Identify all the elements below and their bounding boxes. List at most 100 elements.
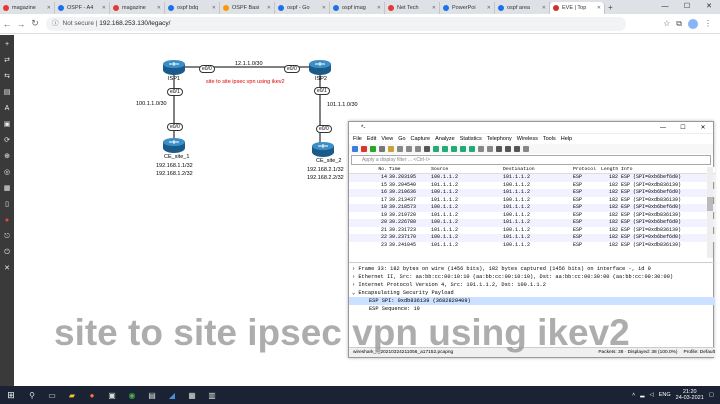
find-icon[interactable] xyxy=(424,146,430,152)
browser-tab[interactable]: Net Tech ✕ xyxy=(385,2,440,14)
avatar[interactable] xyxy=(688,18,698,29)
column-header[interactable]: Source xyxy=(431,167,503,173)
browser-tab[interactable]: ospf imag ✕ xyxy=(330,2,385,14)
tab-close-icon[interactable]: ✕ xyxy=(542,5,546,11)
app-icon[interactable]: ▦ xyxy=(182,391,202,400)
extension-icon[interactable]: ⧉ xyxy=(676,19,682,29)
menu-item[interactable]: Capture xyxy=(411,134,431,144)
shark-fin-icon[interactable] xyxy=(352,146,358,152)
volume-icon[interactable]: ◁ xyxy=(650,392,654,398)
go-to-packet-icon[interactable] xyxy=(451,146,457,152)
table-row[interactable]: 21 39.231723 101.1.1.2 100.1.1.2 ESP 182 ESP (… xyxy=(349,227,715,235)
logout-icon[interactable]: ⎋ xyxy=(0,230,14,243)
new-tab-button[interactable]: + xyxy=(608,2,613,14)
lock-icon[interactable]: ▯ xyxy=(0,198,14,211)
text-icon[interactable]: A xyxy=(0,102,14,115)
search-icon[interactable]: ⚲ xyxy=(22,391,42,400)
menu-item[interactable]: Wireless xyxy=(517,134,538,144)
forward-icon[interactable]: → xyxy=(14,19,28,29)
app-icon[interactable]: ▥ xyxy=(202,391,222,400)
detail-line[interactable]: › Internet Protocol Version 4, Src: 101.… xyxy=(349,281,715,289)
browser-tab[interactable]: PowerPoi ✕ xyxy=(440,2,495,14)
column-header[interactable]: Protocol xyxy=(573,167,601,173)
detail-subline[interactable]: ESP SPI: 0xdb836139 (3682820409) xyxy=(349,297,715,305)
lab-details-icon[interactable]: ▦ xyxy=(0,182,14,195)
zoom-icon[interactable]: ⊕ xyxy=(0,150,14,163)
table-row[interactable]: 19 39.219720 101.1.1.2 100.1.1.2 ESP 182 ESP (… xyxy=(349,212,715,220)
minimize-icon[interactable]: — xyxy=(653,122,673,133)
table-row[interactable]: 14 39.203195 100.1.1.2 101.1.1.2 ESP 182 ESP (… xyxy=(349,174,715,182)
tab-close-icon[interactable]: ✕ xyxy=(47,5,51,11)
url-input[interactable]: ⓘ Not secure | 192.168.253.130/legacy/ xyxy=(46,16,626,31)
tray-up-icon[interactable]: ˄ xyxy=(632,392,635,398)
column-header[interactable]: No. xyxy=(349,167,389,173)
task-view-icon[interactable]: ▭ xyxy=(42,391,62,400)
table-row[interactable]: 18 39.218573 100.1.1.2 101.1.1.2 ESP 182 ESP (… xyxy=(349,204,715,212)
browser-tab[interactable]: ospf area ✕ xyxy=(495,2,550,14)
star-icon[interactable]: ☆ xyxy=(663,19,670,28)
open-file-icon[interactable] xyxy=(388,146,394,152)
clock[interactable]: 21:20 24-03-2021 xyxy=(676,389,704,401)
stop-icon[interactable]: ● xyxy=(0,214,14,227)
browser-tab[interactable]: OSPF Basi ✕ xyxy=(220,2,275,14)
tab-close-icon[interactable]: ✕ xyxy=(322,5,326,11)
reload-icon[interactable] xyxy=(415,146,421,152)
scrollbar-thumb[interactable] xyxy=(707,197,713,211)
go-forward-icon[interactable] xyxy=(442,146,448,152)
first-packet-icon[interactable] xyxy=(460,146,466,152)
power-icon[interactable]: ⏻ xyxy=(0,246,14,259)
tab-close-icon[interactable]: ✕ xyxy=(102,5,106,11)
add-object-icon[interactable]: + xyxy=(0,38,14,51)
router-icon[interactable] xyxy=(162,59,186,75)
zoom-out-icon[interactable] xyxy=(505,146,511,152)
browser-tab[interactable]: ospf bdq ✕ xyxy=(165,2,220,14)
close-icon[interactable]: ✕ xyxy=(693,122,713,133)
pictures-icon[interactable]: ▣ xyxy=(0,118,14,131)
tab-close-icon[interactable]: ✕ xyxy=(157,5,161,11)
chrome-icon[interactable]: ◉ xyxy=(122,391,142,400)
network-icon[interactable]: ▂ xyxy=(640,392,644,398)
close-lab-icon[interactable]: ✕ xyxy=(0,262,14,275)
tab-close-icon[interactable]: ✕ xyxy=(377,5,381,11)
windows-start-icon[interactable]: ⊞ xyxy=(0,390,22,401)
menu-icon[interactable]: ⋮ xyxy=(704,19,712,28)
router-icon[interactable] xyxy=(311,141,335,157)
detail-line[interactable]: › Frame 33: 182 bytes on wire (1456 bits… xyxy=(349,265,715,273)
detail-line[interactable]: ⌄ Encapsulating Security Payload xyxy=(349,289,715,297)
networks-icon[interactable]: ⇆ xyxy=(0,70,14,83)
tab-close-icon[interactable]: ✕ xyxy=(487,5,491,11)
menu-item[interactable]: Go xyxy=(398,134,405,144)
browser-tab[interactable]: magazine ✕ xyxy=(0,2,55,14)
firefox-icon[interactable]: ● xyxy=(82,391,102,400)
status-icon[interactable]: ◎ xyxy=(0,166,14,179)
tab-close-icon[interactable]: ✕ xyxy=(267,5,271,11)
table-row[interactable]: 17 39.213437 101.1.1.2 100.1.1.2 ESP 182 ESP (… xyxy=(349,197,715,205)
startup-config-icon[interactable]: ▤ xyxy=(0,86,14,99)
go-back-icon[interactable] xyxy=(433,146,439,152)
menu-item[interactable]: File xyxy=(353,134,362,144)
column-header[interactable]: Length xyxy=(601,167,618,173)
browser-tab[interactable]: OSPF - A4 ✕ xyxy=(55,2,110,14)
menu-item[interactable]: Edit xyxy=(367,134,376,144)
last-packet-icon[interactable] xyxy=(469,146,475,152)
stop-capture-icon[interactable] xyxy=(361,146,367,152)
refresh-icon[interactable]: ⟳ xyxy=(0,134,14,147)
table-row[interactable]: 15 39.204540 101.1.1.2 100.1.1.2 ESP 182 ESP (… xyxy=(349,182,715,190)
minimize-icon[interactable]: — xyxy=(654,0,676,14)
options-icon[interactable] xyxy=(379,146,385,152)
packet-list-scrollbar[interactable] xyxy=(707,167,713,258)
save-icon[interactable] xyxy=(397,146,403,152)
menu-item[interactable]: Statistics xyxy=(460,134,482,144)
menu-item[interactable]: Help xyxy=(561,134,572,144)
tab-close-icon[interactable]: ✕ xyxy=(212,5,216,11)
zoom-reset-icon[interactable] xyxy=(514,146,520,152)
menu-item[interactable]: View xyxy=(381,134,393,144)
column-header[interactable]: Destination xyxy=(503,167,573,173)
tab-close-icon[interactable]: ✕ xyxy=(432,5,436,11)
maximize-icon[interactable]: ☐ xyxy=(673,122,693,133)
display-filter-input[interactable]: Apply a display filter ... <Ctrl-/> xyxy=(351,155,711,165)
router-icon[interactable] xyxy=(162,137,186,153)
nodes-icon[interactable]: ⇄ xyxy=(0,54,14,67)
table-row[interactable]: 23 39.241045 101.1.1.2 100.1.1.2 ESP 182 ESP (… xyxy=(349,242,715,250)
close-file-icon[interactable] xyxy=(406,146,412,152)
